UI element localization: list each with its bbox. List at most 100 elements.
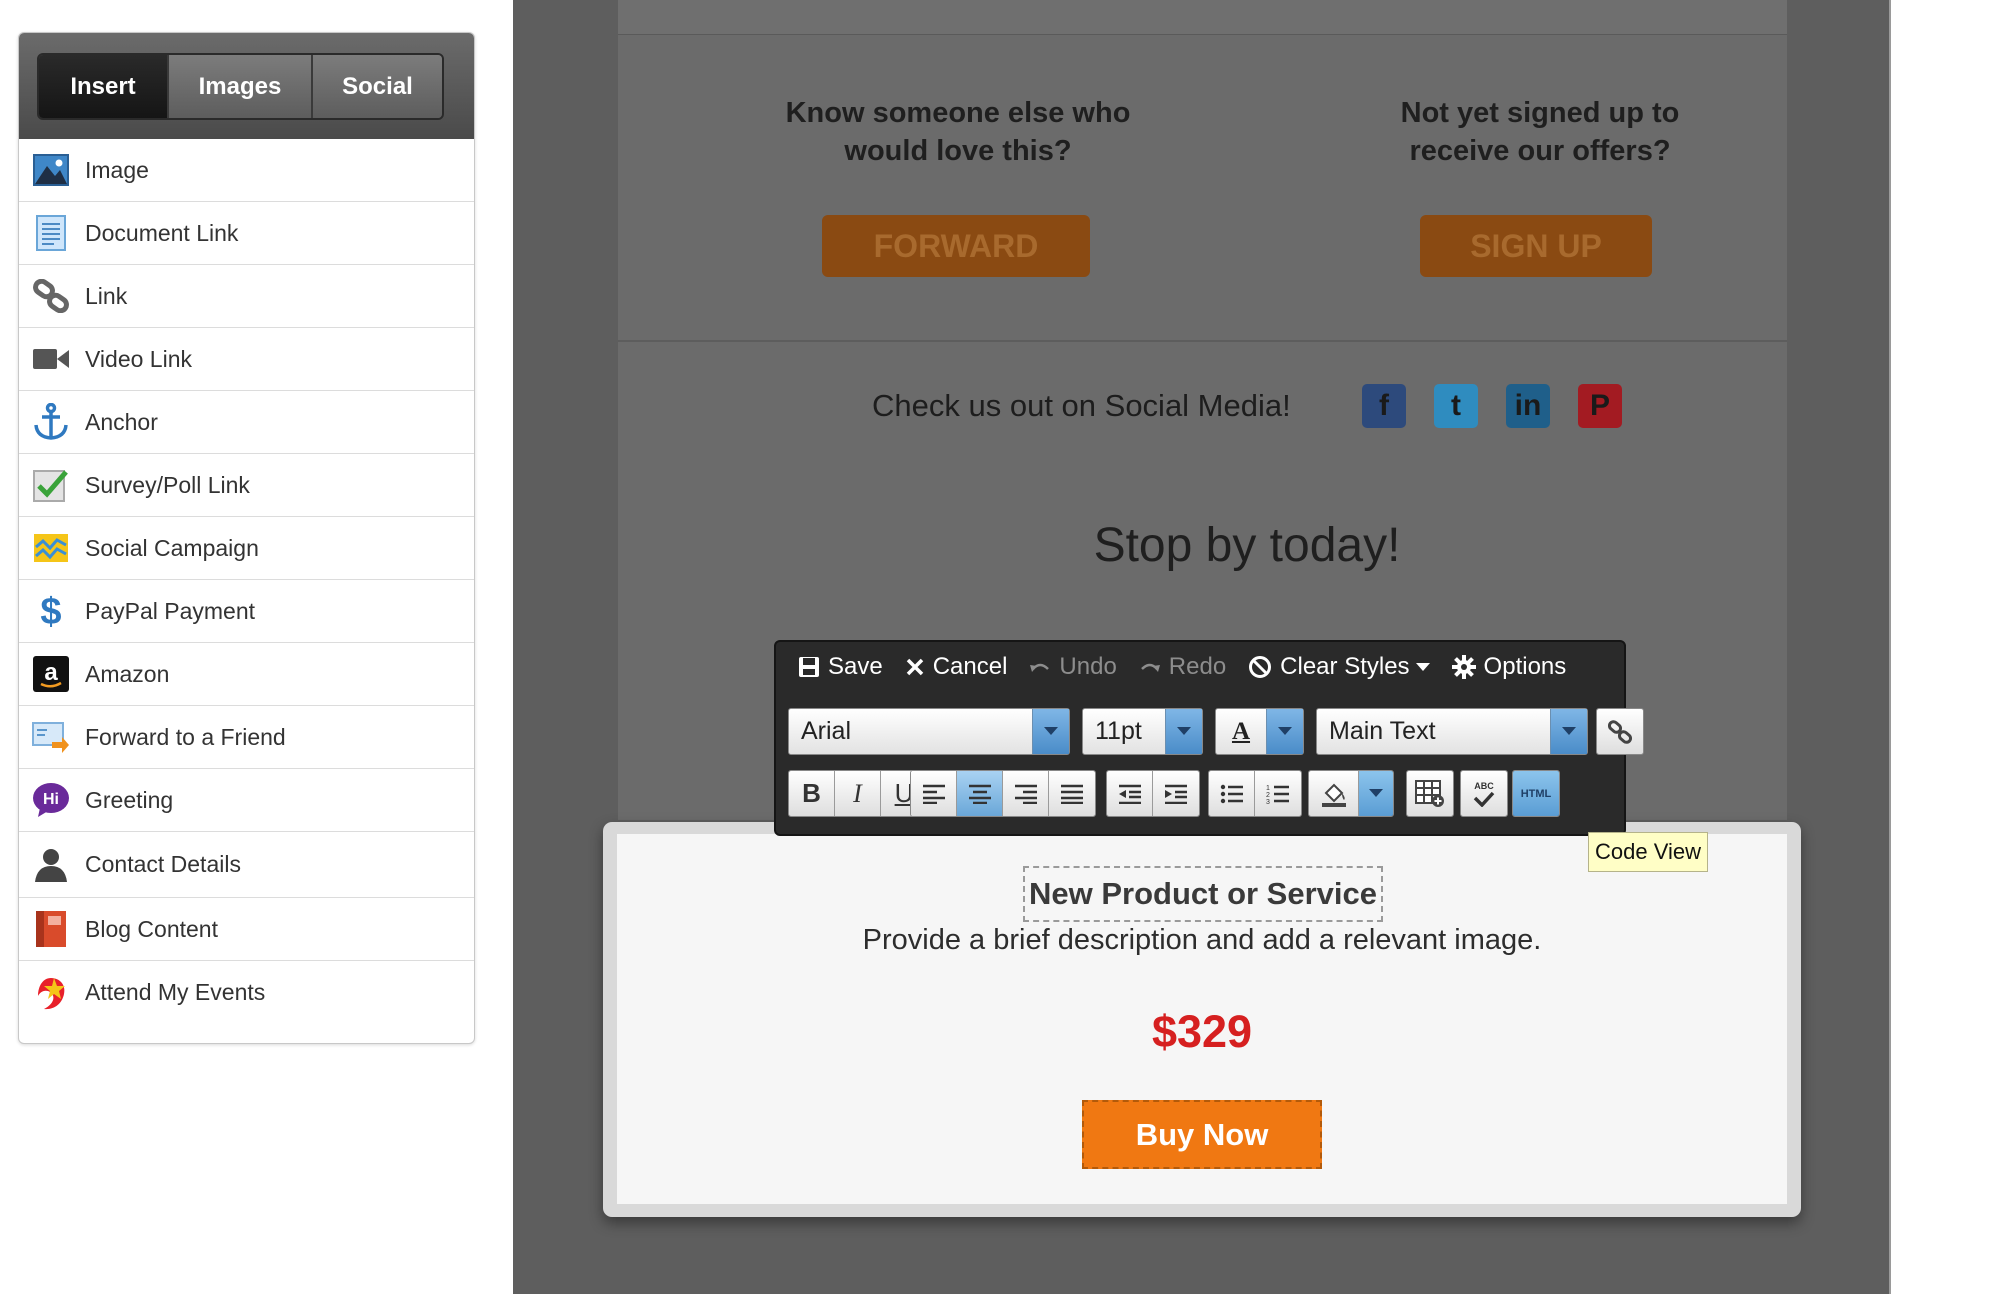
align-center-button[interactable] — [957, 771, 1003, 816]
sidebar-tabbar: Insert Images Social — [19, 33, 474, 139]
sidebar-item-video-link[interactable]: Video Link — [19, 328, 474, 391]
sidebar-item-label: Contact Details — [85, 851, 241, 877]
align-justify-icon — [1060, 784, 1084, 804]
sidebar-item-paypal-payment[interactable]: $ PayPal Payment — [19, 580, 474, 643]
twitter-icon[interactable]: t — [1434, 384, 1478, 428]
sidebar-item-attend-my-events[interactable]: Attend My Events — [19, 961, 474, 1024]
font-family-value: Arial — [801, 717, 852, 745]
chevron-down-icon — [1266, 709, 1303, 754]
facebook-icon[interactable]: f — [1362, 384, 1406, 428]
svg-text:2: 2 — [1266, 792, 1270, 799]
sidebar-item-label: Greeting — [85, 786, 174, 813]
numbered-list-icon: 123 — [1266, 784, 1290, 804]
close-icon — [905, 657, 925, 677]
indent-icon — [1164, 784, 1188, 804]
sidebar-item-label: Anchor — [85, 408, 158, 435]
sidebar-item-label: Survey/Poll Link — [85, 471, 250, 498]
undo-label: Undo — [1059, 653, 1117, 680]
svg-text:Hi: Hi — [43, 791, 59, 808]
product-description[interactable]: Provide a brief description and add a re… — [617, 924, 1787, 957]
survey-check-icon — [31, 465, 71, 505]
link-icon — [31, 276, 71, 316]
video-camera-icon — [31, 339, 71, 379]
text-color-select[interactable]: A — [1215, 708, 1304, 755]
italic-button[interactable]: I — [835, 771, 881, 816]
bulleted-list-button[interactable] — [1209, 771, 1255, 816]
align-left-button[interactable] — [911, 771, 957, 816]
link-button-group — [1596, 708, 1644, 755]
align-left-icon — [922, 784, 946, 804]
linkedin-icon[interactable]: in — [1506, 384, 1550, 428]
spellcheck-group: ABC — [1460, 770, 1508, 817]
options-button[interactable]: Options — [1451, 653, 1567, 681]
sidebar-item-label: PayPal Payment — [85, 597, 256, 624]
outdent-button[interactable] — [1107, 771, 1153, 816]
product-price[interactable]: $329 — [617, 1006, 1787, 1058]
table-icon — [1415, 779, 1445, 808]
background-color-button[interactable] — [1309, 771, 1359, 816]
event-icon — [31, 973, 71, 1013]
align-justify-button[interactable] — [1049, 771, 1095, 816]
sidebar-item-contact-details[interactable]: Contact Details — [19, 832, 474, 898]
indent-button[interactable] — [1153, 771, 1199, 816]
sidebar-item-list: Image Document Link Link Video Link Anch… — [19, 139, 474, 1024]
options-label: Options — [1483, 653, 1567, 680]
save-button[interactable]: Save — [798, 653, 883, 681]
paint-bucket-icon — [1320, 781, 1348, 807]
stop-by-heading: Stop by today! — [1093, 519, 1401, 572]
redo-button[interactable]: Redo — [1139, 653, 1226, 681]
sidebar-item-label: Image — [85, 156, 149, 183]
forward-friend-icon — [31, 717, 71, 757]
undo-button[interactable]: Undo — [1029, 653, 1117, 681]
sidebar-item-amazon[interactable]: a Amazon — [19, 643, 474, 706]
spellcheck-button[interactable]: ABC — [1461, 771, 1507, 816]
svg-text:3: 3 — [1266, 799, 1270, 804]
fill-color-group — [1308, 770, 1394, 817]
chevron-down-icon — [1165, 709, 1202, 754]
paragraph-style-value: Main Text — [1329, 717, 1436, 745]
list-group: 123 — [1208, 770, 1302, 817]
forward-button[interactable]: FORWARD — [822, 215, 1090, 277]
forward-prompt-line: Know someone else who — [785, 97, 1131, 129]
sidebar-item-image[interactable]: Image — [19, 139, 474, 202]
product-title[interactable]: New Product or Service — [1023, 866, 1383, 922]
numbered-list-button[interactable]: 123 — [1255, 771, 1301, 816]
tab-images[interactable]: Images — [169, 55, 313, 118]
code-view-button[interactable]: HTML — [1513, 771, 1559, 816]
insert-table-button[interactable] — [1407, 771, 1453, 816]
pinterest-icon[interactable]: P — [1578, 384, 1622, 428]
paragraph-style-select[interactable]: Main Text — [1316, 708, 1588, 755]
font-family-select[interactable]: Arial — [788, 708, 1070, 755]
tab-social[interactable]: Social — [313, 55, 442, 118]
insert-link-button[interactable] — [1597, 709, 1643, 754]
sidebar-item-blog-content[interactable]: Blog Content — [19, 898, 474, 961]
buy-now-button[interactable]: Buy Now — [1082, 1100, 1322, 1169]
bold-button[interactable]: B — [789, 771, 835, 816]
contact-person-icon — [31, 845, 71, 885]
signup-prompt: Not yet signed up to receive our offers? — [1300, 94, 1780, 170]
sidebar-item-survey-poll-link[interactable]: Survey/Poll Link — [19, 454, 474, 517]
sidebar-item-social-campaign[interactable]: Social Campaign — [19, 517, 474, 580]
sidebar-item-forward-to-a-friend[interactable]: Forward to a Friend — [19, 706, 474, 769]
sidebar-item-label: Document Link — [85, 219, 239, 246]
font-size-select[interactable]: 11pt — [1082, 708, 1203, 755]
sidebar-item-link[interactable]: Link — [19, 265, 474, 328]
sidebar-item-anchor[interactable]: Anchor — [19, 391, 474, 454]
align-right-button[interactable] — [1003, 771, 1049, 816]
blog-book-icon — [31, 909, 71, 949]
forward-prompt-line: would love this? — [844, 135, 1072, 167]
table-group — [1406, 770, 1454, 817]
sidebar-item-greeting[interactable]: Hi Greeting — [19, 769, 474, 832]
clear-styles-button[interactable]: Clear Styles — [1248, 653, 1430, 681]
tab-insert[interactable]: Insert — [39, 55, 169, 118]
background-color-dropdown[interactable] — [1359, 771, 1393, 816]
signup-button[interactable]: SIGN UP — [1420, 215, 1652, 277]
section-divider — [618, 340, 1787, 342]
sidebar-item-document-link[interactable]: Document Link — [19, 202, 474, 265]
svg-text:1: 1 — [1266, 785, 1270, 792]
sidebar-item-label: Link — [85, 282, 128, 309]
amazon-icon: a — [31, 654, 71, 694]
sidebar-item-label: Attend My Events — [85, 979, 266, 1005]
forward-prompt: Know someone else who would love this? — [718, 94, 1198, 170]
cancel-button[interactable]: Cancel — [905, 653, 1007, 681]
